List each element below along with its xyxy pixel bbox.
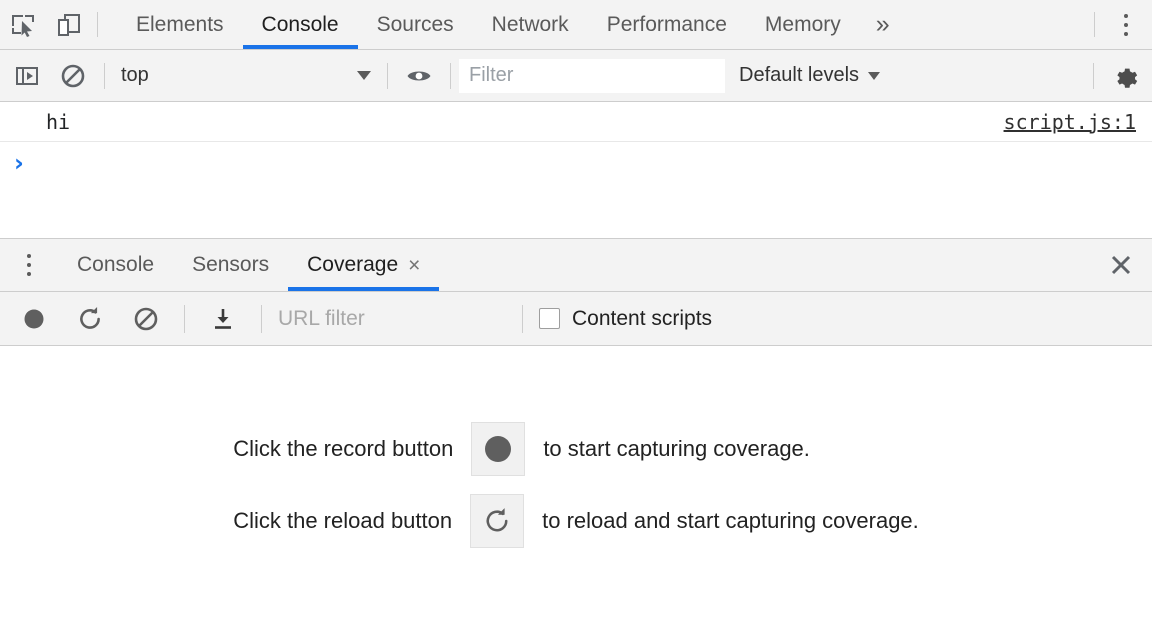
- devtools-window: Elements Console Sources Network Perform…: [0, 0, 1152, 638]
- hint-prefix-text: Click the reload button: [233, 508, 452, 534]
- drawer-tab-coverage[interactable]: Coverage ×: [288, 239, 439, 291]
- log-levels-select[interactable]: Default levels: [725, 54, 894, 98]
- hint-prefix-text: Click the record button: [233, 436, 453, 462]
- log-levels-value: Default levels: [739, 64, 859, 87]
- tab-memory[interactable]: Memory: [746, 0, 860, 49]
- drawer-more-kebab-icon[interactable]: [0, 239, 58, 291]
- console-toolbar-divider-1: [104, 63, 105, 89]
- prompt-chevron-icon: ›: [14, 151, 24, 175]
- drawer-tab-label: Coverage: [307, 253, 398, 277]
- record-circle-icon[interactable]: [471, 422, 525, 476]
- coverage-empty-state: Click the record button to start capturi…: [0, 346, 1152, 638]
- more-tabs-chevron-icon[interactable]: »: [860, 0, 906, 49]
- tab-performance[interactable]: Performance: [588, 0, 746, 49]
- chevron-down-icon: [868, 72, 880, 80]
- main-tab-bar: Elements Console Sources Network Perform…: [0, 0, 1152, 50]
- tab-network[interactable]: Network: [473, 0, 588, 49]
- console-empty-space: [0, 184, 1152, 238]
- content-scripts-label: Content scripts: [572, 307, 712, 331]
- coverage-toolbar-divider-2: [261, 305, 262, 333]
- clear-console-icon[interactable]: [50, 54, 96, 98]
- console-message-source-link[interactable]: script.js:1: [1004, 110, 1136, 134]
- drawer-tab-bar: Console Sensors Coverage ×: [0, 239, 1152, 292]
- toolbar-divider-right: [1094, 12, 1095, 37]
- url-filter-input[interactable]: [272, 302, 512, 336]
- console-toolbar-divider-2: [387, 63, 388, 89]
- hint-suffix-text: to start capturing coverage.: [543, 436, 810, 462]
- coverage-toolbar-divider-1: [184, 305, 185, 333]
- console-prompt-row[interactable]: ›: [0, 142, 1152, 184]
- live-expression-eye-icon[interactable]: [396, 54, 442, 98]
- drawer-tab-console[interactable]: Console: [58, 239, 173, 291]
- settings-gear-icon[interactable]: [1102, 54, 1148, 98]
- tab-elements[interactable]: Elements: [117, 0, 243, 49]
- execution-context-select[interactable]: top: [113, 54, 379, 98]
- device-toolbar-icon[interactable]: [46, 0, 92, 49]
- record-dot: [485, 436, 511, 462]
- checkbox-box[interactable]: [539, 308, 560, 329]
- chevron-down-icon: [357, 71, 371, 80]
- reload-refresh-icon[interactable]: [470, 494, 524, 548]
- execution-context-value: top: [121, 64, 149, 87]
- console-message-text: hi: [46, 110, 70, 134]
- coverage-hint-rows: Click the record button to start capturi…: [233, 422, 919, 548]
- drawer-tab-label: Console: [77, 253, 154, 277]
- export-download-icon[interactable]: [195, 296, 251, 342]
- inspect-element-icon[interactable]: [0, 0, 46, 49]
- console-toolbar-divider-3: [450, 63, 451, 89]
- toolbar-divider: [97, 12, 98, 37]
- main-tabs: Elements Console Sources Network Perform…: [117, 0, 906, 49]
- console-toolbar-divider-4: [1093, 63, 1094, 89]
- drawer-tab-label: Sensors: [192, 253, 269, 277]
- more-options-kebab-icon[interactable]: [1100, 0, 1152, 49]
- console-sidebar-icon[interactable]: [4, 54, 50, 98]
- coverage-hint-record: Click the record button to start capturi…: [233, 422, 919, 476]
- drawer-tab-sensors[interactable]: Sensors: [173, 239, 288, 291]
- coverage-hint-reload: Click the reload button to reload and st…: [233, 494, 919, 548]
- console-toolbar-right: [1085, 54, 1148, 98]
- clear-coverage-icon[interactable]: [118, 296, 174, 342]
- close-drawer-icon[interactable]: [1090, 239, 1152, 291]
- drawer-panel: Console Sensors Coverage ×: [0, 238, 1152, 638]
- content-scripts-checkbox[interactable]: Content scripts: [533, 307, 712, 331]
- console-output-area: hi script.js:1 ›: [0, 102, 1152, 238]
- console-filter-input[interactable]: [459, 59, 725, 93]
- record-circle-icon[interactable]: [6, 296, 62, 342]
- console-toolbar: top Default levels: [0, 50, 1152, 102]
- hint-suffix-text: to reload and start capturing coverage.: [542, 508, 919, 534]
- reload-refresh-icon[interactable]: [62, 296, 118, 342]
- main-tab-bar-right: [1089, 0, 1152, 49]
- close-tab-icon[interactable]: ×: [408, 255, 420, 276]
- console-message-row[interactable]: hi script.js:1: [0, 102, 1152, 142]
- tab-console[interactable]: Console: [243, 0, 358, 49]
- coverage-toolbar: Content scripts: [0, 292, 1152, 346]
- coverage-toolbar-divider-3: [522, 305, 523, 333]
- tab-sources[interactable]: Sources: [358, 0, 473, 49]
